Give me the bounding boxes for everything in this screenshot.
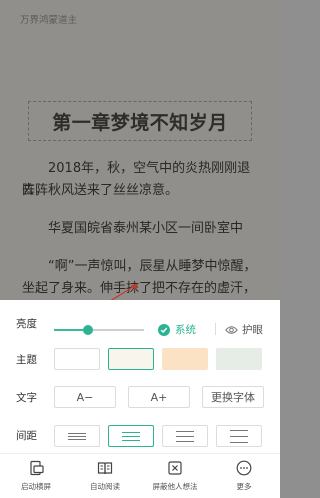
paragraph-3: “啊”一声惊叫，辰星从睡梦中惊醒， (48, 259, 257, 274)
text-label: 文字 (16, 392, 37, 404)
font-size-increase-button[interactable]: A+ (128, 386, 190, 408)
toolbar-auto-read-label: 自动阅读 (90, 482, 120, 491)
toolbar-more-label: 更多 (236, 482, 252, 491)
theme-swatch-white[interactable] (54, 348, 100, 370)
brightness-label: 亮度 (16, 318, 37, 330)
brightness-slider-track[interactable] (54, 329, 144, 331)
spacing-option-normal[interactable] (108, 425, 154, 447)
toolbar-more-button[interactable]: 更多 (216, 454, 272, 498)
paragraph-1-cont: 阵阵秋风送来了丝丝凉意。 (22, 183, 179, 198)
toolbar-auto-read-button[interactable]: 自动阅读 (77, 454, 133, 498)
spacing-label: 间距 (16, 430, 37, 442)
chapter-title: 第一章梦境不知岁月 (52, 111, 228, 134)
theme-swatch-mint[interactable] (216, 348, 262, 370)
theme-swatch-cream[interactable] (108, 348, 154, 370)
book-icon (97, 462, 113, 475)
brightness-slider-thumb[interactable] (83, 325, 94, 335)
book-title: 万界鸿蒙道主 (20, 15, 78, 26)
change-font-button[interactable]: 更换字体 (202, 386, 264, 408)
toolbar-landscape-button[interactable]: 启动横屏 (8, 454, 64, 498)
toolbar-landscape-label: 启动横屏 (21, 482, 51, 491)
spacing-wide-icon (230, 430, 248, 443)
reader-page[interactable]: 万界鸿蒙道主 第一章梦境不知岁月 2018年，秋，空气中的炎热刚刚退去， 阵阵秋… (0, 0, 280, 300)
check-circle-icon (158, 323, 170, 336)
eye-icon (225, 325, 238, 334)
paragraph-3-cont: 坐起了身来。伸手抹了把不存在的虚汗， (22, 281, 257, 296)
block-icon (168, 461, 182, 475)
spacing-option-compact[interactable] (54, 425, 100, 447)
toolbar-block-thoughts-label: 屏蔽他人想法 (152, 482, 198, 491)
eye-protection-label: 护眼 (242, 324, 263, 336)
landscape-icon (30, 460, 44, 476)
spacing-option-wide[interactable] (216, 425, 262, 447)
theme-label: 主题 (16, 354, 37, 366)
chapter-title-box: 第一章梦境不知岁月 (28, 101, 252, 141)
theme-swatch-peach[interactable] (162, 348, 208, 370)
bottom-toolbar: 启动横屏 自动阅读 屏蔽他人想法 更多 (0, 453, 280, 498)
paragraph-2: 华夏国皖省泰州某小区一间卧室中 (48, 221, 244, 236)
spacing-normal-icon (122, 432, 140, 441)
system-brightness-toggle[interactable]: 系统 (158, 322, 196, 337)
spacing-compact-icon (68, 433, 86, 440)
toolbar-block-thoughts-button[interactable]: 屏蔽他人想法 (147, 454, 203, 498)
spacing-loose-icon (176, 431, 194, 442)
spacing-option-loose[interactable] (162, 425, 208, 447)
brightness-row: 亮度 系统 护眼 (0, 308, 280, 340)
font-size-decrease-button[interactable]: A− (54, 386, 116, 408)
drag-pointer-icon (110, 283, 139, 300)
system-brightness-label: 系统 (175, 324, 196, 336)
more-icon (236, 460, 252, 476)
divider (215, 323, 216, 335)
eye-protection-toggle[interactable]: 护眼 (225, 322, 263, 337)
